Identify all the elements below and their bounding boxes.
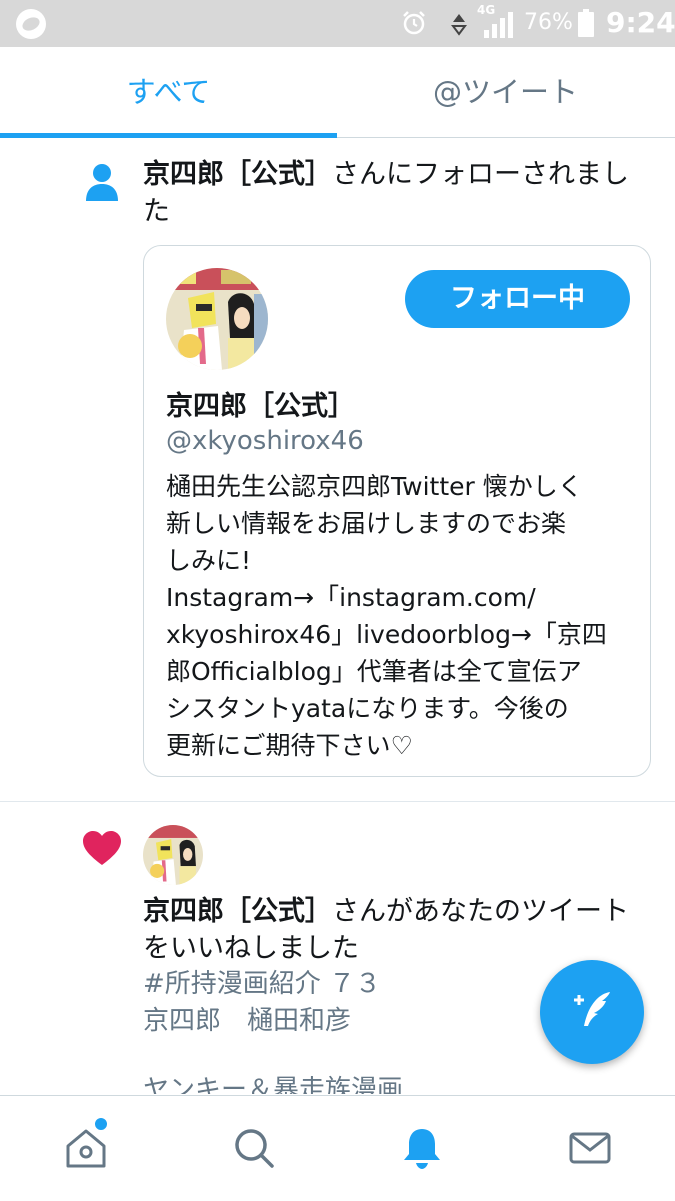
- search-icon[interactable]: [232, 1126, 276, 1170]
- active-tab-indicator: [0, 133, 337, 138]
- actor-name[interactable]: 京四郎［公式］: [143, 159, 332, 190]
- notification-message: さんにフォローされまし: [332, 159, 629, 190]
- home-icon[interactable]: [64, 1126, 108, 1170]
- bio-line: 更新にご期待下さい♡: [166, 731, 413, 760]
- heart-icon: [83, 831, 121, 865]
- bio-line: xkyoshirox46」livedoorblog→「京四: [166, 620, 607, 649]
- bottom-navigation: [0, 1095, 675, 1201]
- card-user-handle[interactable]: @xkyoshirox46: [166, 426, 364, 456]
- follow-notification-text-cont: た: [143, 196, 170, 227]
- bio-line[interactable]: Instagram→「instagram.com/: [166, 579, 636, 616]
- battery-percentage: 76%: [524, 10, 573, 35]
- following-button[interactable]: フォロー中: [405, 270, 630, 328]
- like-notification-text-cont: をいいねしました: [143, 933, 359, 964]
- card-user-name[interactable]: 京四郎［公式］: [166, 384, 355, 423]
- status-bar: 4G 76% 9:24: [0, 0, 675, 47]
- liked-tweet-line[interactable]: 京四郎 樋田和彦: [143, 1003, 351, 1040]
- user-card[interactable]: フォロー中 京四郎［公式］ @xkyoshirox46 樋田先生公認京四郎Twi…: [143, 245, 651, 777]
- signal-icon: [484, 12, 513, 38]
- bio-line: しみに!: [166, 546, 252, 575]
- person-icon: [86, 164, 118, 201]
- battery-icon: [578, 9, 594, 37]
- liked-tweet-line[interactable]: #所持漫画紹介 ７３: [143, 966, 381, 1003]
- notification-tabs: すべて @ツイート: [0, 47, 675, 138]
- tab-all[interactable]: すべて: [0, 47, 337, 137]
- data-transfer-icon: [451, 14, 467, 36]
- bio-line: シスタントyataになります。今後の: [166, 694, 569, 723]
- notifications-bell-icon[interactable]: [400, 1126, 444, 1170]
- compose-quill-icon: [574, 992, 610, 1026]
- bio-line: 新しい情報をお届けしますのでお楽: [166, 509, 567, 538]
- compose-tweet-button[interactable]: [540, 960, 644, 1064]
- messages-envelope-icon[interactable]: [568, 1126, 612, 1170]
- actor-name[interactable]: 京四郎［公式］: [143, 896, 332, 927]
- alarm-icon: [403, 11, 425, 35]
- follow-notification-text[interactable]: 京四郎［公式］さんにフォローされまし: [143, 156, 629, 193]
- app-logo-icon: [16, 9, 46, 39]
- tab-mentions[interactable]: @ツイート: [337, 47, 674, 137]
- liked-tweet-line[interactable]: ヤンキー＆暴走族漫画: [143, 1072, 403, 1094]
- notification-divider: [0, 801, 675, 802]
- bio-line: 樋田先生公認京四郎Twitter 懐かしく: [166, 472, 583, 501]
- like-notification-text[interactable]: 京四郎［公式］さんがあなたのツイート: [143, 893, 629, 930]
- unread-dot: [93, 1116, 109, 1132]
- notification-message: さんがあなたのツイート: [332, 896, 629, 927]
- avatar[interactable]: [143, 825, 203, 885]
- card-user-bio: 樋田先生公認京四郎Twitter 懐かしく 新しい情報をお届けしますのでお楽 し…: [166, 468, 636, 764]
- clock: 9:24: [606, 6, 675, 39]
- avatar[interactable]: [166, 268, 268, 370]
- bio-line: 郎Officialblog」代筆者は全て宣伝ア: [166, 657, 582, 686]
